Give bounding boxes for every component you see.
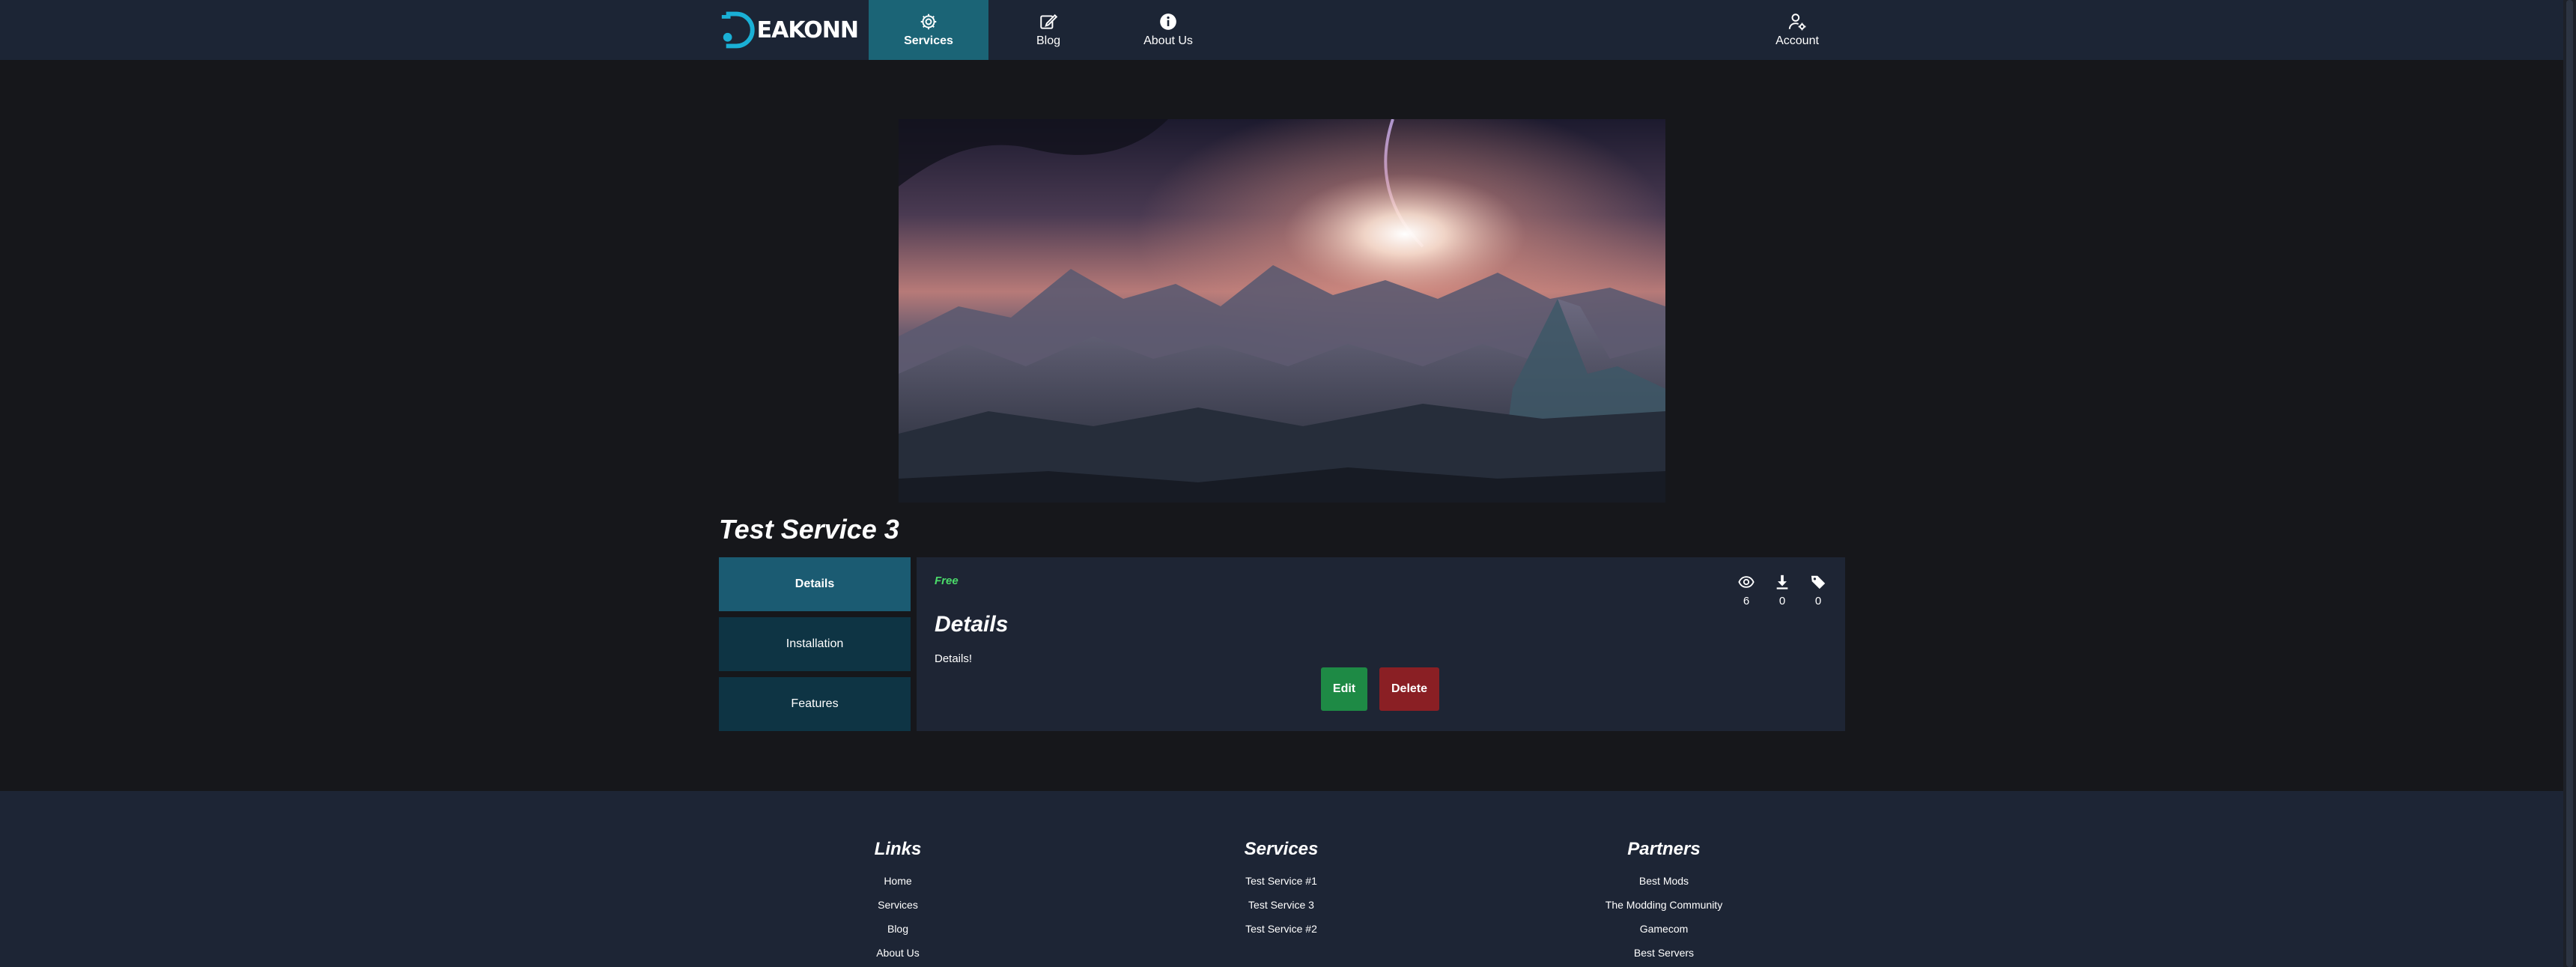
tab-features[interactable]: Features <box>719 677 911 731</box>
logo-mark-icon <box>721 11 755 49</box>
nav-blog[interactable]: Blog <box>988 0 1108 60</box>
footer-service-link[interactable]: Test Service #1 <box>1245 869 1317 893</box>
top-navbar: EAKONN Services Blog About Us Account <box>0 0 2576 60</box>
footer-links-column: Links Home Services Blog About Us <box>786 839 1010 965</box>
site-logo[interactable]: EAKONN <box>717 9 859 51</box>
footer-service-link[interactable]: Test Service #2 <box>1245 917 1317 941</box>
eye-icon <box>1738 576 1755 588</box>
nav-services[interactable]: Services <box>869 0 988 60</box>
footer-partner-link[interactable]: Best Servers <box>1634 941 1694 965</box>
nav-account[interactable]: Account <box>1737 0 1857 60</box>
tab-installation[interactable]: Installation <box>719 617 911 671</box>
nav-services-label: Services <box>904 34 953 47</box>
downloads-count: 0 <box>1778 595 1786 607</box>
tag-icon <box>1811 575 1826 589</box>
downloads-stat: 0 <box>1773 574 1791 607</box>
section-text: Details! <box>935 652 973 665</box>
views-stat: 6 <box>1737 574 1755 607</box>
footer-links-title: Links <box>874 839 922 859</box>
tags-stat: 0 <box>1809 574 1827 607</box>
service-details-panel: Free 6 0 0 Details Details! Edit Delete <box>917 557 1845 731</box>
footer-partners-column: Partners Best Mods The Modding Community… <box>1552 839 1776 965</box>
gear-icon <box>920 13 937 30</box>
nav-about-us[interactable]: About Us <box>1108 0 1228 60</box>
site-footer: Links Home Services Blog About Us Servic… <box>0 791 2576 967</box>
footer-service-link[interactable]: Test Service 3 <box>1248 893 1314 917</box>
footer-services-column: Services Test Service #1 Test Service 3 … <box>1169 839 1394 941</box>
download-icon <box>1776 575 1788 589</box>
footer-partner-link[interactable]: Gamecom <box>1640 917 1689 941</box>
footer-link-home[interactable]: Home <box>884 869 911 893</box>
nav-account-label: Account <box>1775 34 1819 47</box>
footer-partner-link[interactable]: The Modding Community <box>1606 893 1722 917</box>
price-badge: Free <box>935 575 959 587</box>
footer-link-services[interactable]: Services <box>878 893 918 917</box>
edit-icon <box>1040 13 1058 29</box>
footer-partners-title: Partners <box>1627 839 1701 859</box>
footer-partner-link[interactable]: Best Mods <box>1639 869 1689 893</box>
views-count: 6 <box>1743 595 1750 607</box>
section-heading: Details <box>935 612 1009 637</box>
page-scrollbar[interactable] <box>2563 0 2576 967</box>
service-stats: 6 0 0 <box>1737 574 1827 607</box>
service-hero-image <box>899 119 1665 503</box>
edit-button[interactable]: Edit <box>1321 667 1367 711</box>
info-icon <box>1160 13 1176 30</box>
tab-details[interactable]: Details <box>719 557 911 611</box>
footer-link-about-us[interactable]: About Us <box>876 941 920 965</box>
landscape-image <box>899 119 1665 503</box>
logo-text: EAKONN <box>756 16 859 43</box>
user-gear-icon <box>1788 13 1806 31</box>
scrollbar-thumb[interactable] <box>2566 0 2573 967</box>
footer-services-title: Services <box>1244 839 1319 859</box>
footer-link-blog[interactable]: Blog <box>887 917 908 941</box>
nav-about-label: About Us <box>1143 34 1193 47</box>
tags-count: 0 <box>1814 595 1822 607</box>
nav-blog-label: Blog <box>1036 34 1061 47</box>
service-title: Test Service 3 <box>719 514 899 545</box>
delete-button[interactable]: Delete <box>1379 667 1439 711</box>
